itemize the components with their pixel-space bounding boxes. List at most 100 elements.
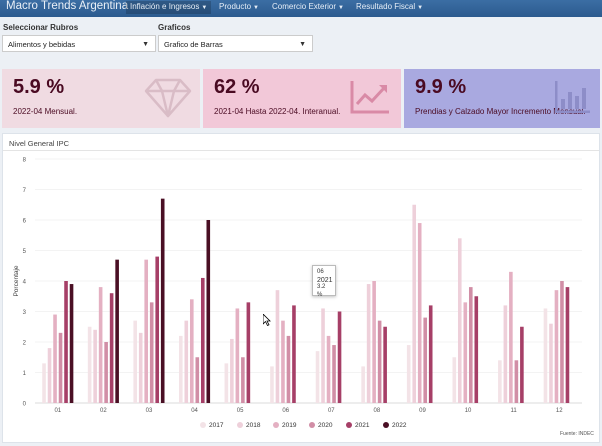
bar-2020-06[interactable]: [286, 335, 291, 403]
ipc-bar-chart[interactable]: 01234567801 02 03 04 05 06 07 08 09 10 11 12 Porcen…: [0, 0, 602, 446]
x-tick-label: 11: [511, 408, 518, 414]
bar-2018-11[interactable]: [503, 305, 508, 403]
bar-2018-10[interactable]: [457, 238, 462, 403]
bar-2019-04[interactable]: [189, 299, 194, 403]
y-axis-label: Porcentaje: [13, 265, 20, 296]
bar-2019-05[interactable]: [235, 308, 240, 403]
bar-2021-03[interactable]: [155, 256, 160, 403]
bar-2019-06[interactable]: [281, 320, 285, 403]
y-tick-label: 3: [23, 310, 27, 316]
legend-item-2018[interactable]: 2018: [237, 422, 260, 429]
legend-item-2020[interactable]: 2020: [309, 422, 332, 429]
bar-2021-05[interactable]: [246, 302, 251, 403]
bar-2018-09[interactable]: [412, 204, 417, 403]
mouse-cursor-icon: [263, 314, 271, 326]
bar-2017-11[interactable]: [498, 360, 502, 403]
y-tick-label: 8: [23, 158, 27, 164]
bar-2022-02[interactable]: [115, 259, 119, 403]
bar-2018-04[interactable]: [184, 320, 189, 403]
bar-2019-01[interactable]: [53, 314, 57, 403]
y-tick-label: 2: [23, 341, 27, 347]
source-note: Fuente: INDEC: [560, 431, 594, 437]
bar-2019-10[interactable]: [463, 302, 468, 403]
bar-2022-03[interactable]: [160, 198, 165, 403]
bar-2017-01[interactable]: [42, 363, 46, 403]
x-tick-label: 04: [191, 408, 198, 414]
x-tick-label: 07: [328, 408, 335, 414]
legend-item-2019[interactable]: 2019: [273, 422, 296, 429]
y-tick-label: 1: [23, 371, 27, 377]
bar-2017-07[interactable]: [315, 351, 320, 403]
bar-2019-11[interactable]: [509, 271, 513, 403]
chart-tooltip: 06 2021 3.2 %: [312, 265, 336, 298]
bar-2017-02[interactable]: [87, 326, 92, 403]
bar-2020-11[interactable]: [514, 360, 519, 403]
bar-2019-08[interactable]: [372, 281, 376, 403]
bar-2019-02[interactable]: [98, 287, 103, 403]
bar-2020-07[interactable]: [332, 345, 336, 403]
legend-item-2021[interactable]: 2021: [346, 422, 369, 429]
bar-2018-12[interactable]: [549, 323, 553, 403]
bar-2021-12[interactable]: [565, 287, 570, 403]
bar-2020-03[interactable]: [149, 302, 154, 403]
legend-label: 2022: [392, 422, 407, 429]
bar-2018-07[interactable]: [321, 308, 325, 403]
x-tick-label: 10: [465, 408, 472, 414]
bar-2018-06[interactable]: [275, 290, 280, 403]
y-tick-label: 0: [23, 402, 27, 408]
x-tick-label: 12: [556, 408, 563, 414]
bar-2017-04[interactable]: [178, 335, 183, 403]
bar-2020-05[interactable]: [241, 357, 245, 403]
bar-2018-02[interactable]: [93, 329, 97, 403]
bar-2019-07[interactable]: [326, 335, 331, 403]
bar-2017-09[interactable]: [406, 345, 411, 403]
bar-2021-02[interactable]: [109, 293, 114, 403]
y-tick-label: 6: [23, 219, 27, 225]
bar-2017-08[interactable]: [361, 366, 365, 403]
legend-dot: [200, 422, 206, 428]
bar-2018-01[interactable]: [47, 348, 52, 403]
bar-2017-03[interactable]: [133, 320, 138, 403]
bar-2021-01[interactable]: [64, 281, 68, 403]
legend-label: 2018: [246, 422, 261, 429]
legend-label: 2019: [282, 422, 297, 429]
bar-2021-09[interactable]: [428, 305, 433, 403]
x-tick-label: 01: [54, 408, 61, 414]
bar-2018-08[interactable]: [366, 284, 371, 403]
bar-2020-10[interactable]: [468, 287, 473, 403]
x-tick-label: 02: [100, 408, 107, 414]
legend-label: 2021: [355, 422, 370, 429]
bar-2020-09[interactable]: [423, 317, 428, 403]
bar-2022-01[interactable]: [69, 284, 74, 403]
legend-label: 2020: [318, 422, 333, 429]
y-tick-label: 5: [23, 249, 27, 255]
bar-2020-08[interactable]: [377, 320, 382, 403]
bar-2020-01[interactable]: [58, 332, 63, 403]
bar-2021-10[interactable]: [474, 296, 479, 403]
legend-dot: [309, 422, 315, 428]
bar-2019-03[interactable]: [144, 259, 149, 403]
legend-item-2022[interactable]: 2022: [383, 422, 406, 429]
bar-2021-07[interactable]: [337, 311, 342, 404]
bar-2020-12[interactable]: [560, 281, 564, 403]
bar-2021-08[interactable]: [383, 326, 387, 403]
legend-item-2017[interactable]: 2017: [200, 422, 223, 429]
bar-2019-12[interactable]: [554, 290, 559, 403]
bar-2017-10[interactable]: [452, 357, 457, 403]
bar-2021-04[interactable]: [200, 277, 205, 403]
bar-2018-05[interactable]: [230, 338, 234, 403]
bar-2022-04[interactable]: [206, 220, 211, 403]
bar-2020-02[interactable]: [104, 342, 108, 403]
bar-2017-12[interactable]: [543, 308, 548, 403]
bar-2019-09[interactable]: [417, 223, 422, 403]
bar-2021-06[interactable]: [292, 305, 296, 403]
bar-2020-04[interactable]: [195, 357, 200, 403]
x-tick-label: 09: [419, 408, 426, 414]
legend-dot: [346, 422, 352, 428]
x-tick-label: 06: [282, 408, 289, 414]
bar-2021-11[interactable]: [520, 326, 524, 403]
y-tick-label: 4: [23, 280, 27, 286]
bar-2017-06[interactable]: [270, 366, 274, 403]
bar-2017-05[interactable]: [224, 363, 229, 403]
bar-2018-03[interactable]: [138, 332, 143, 403]
